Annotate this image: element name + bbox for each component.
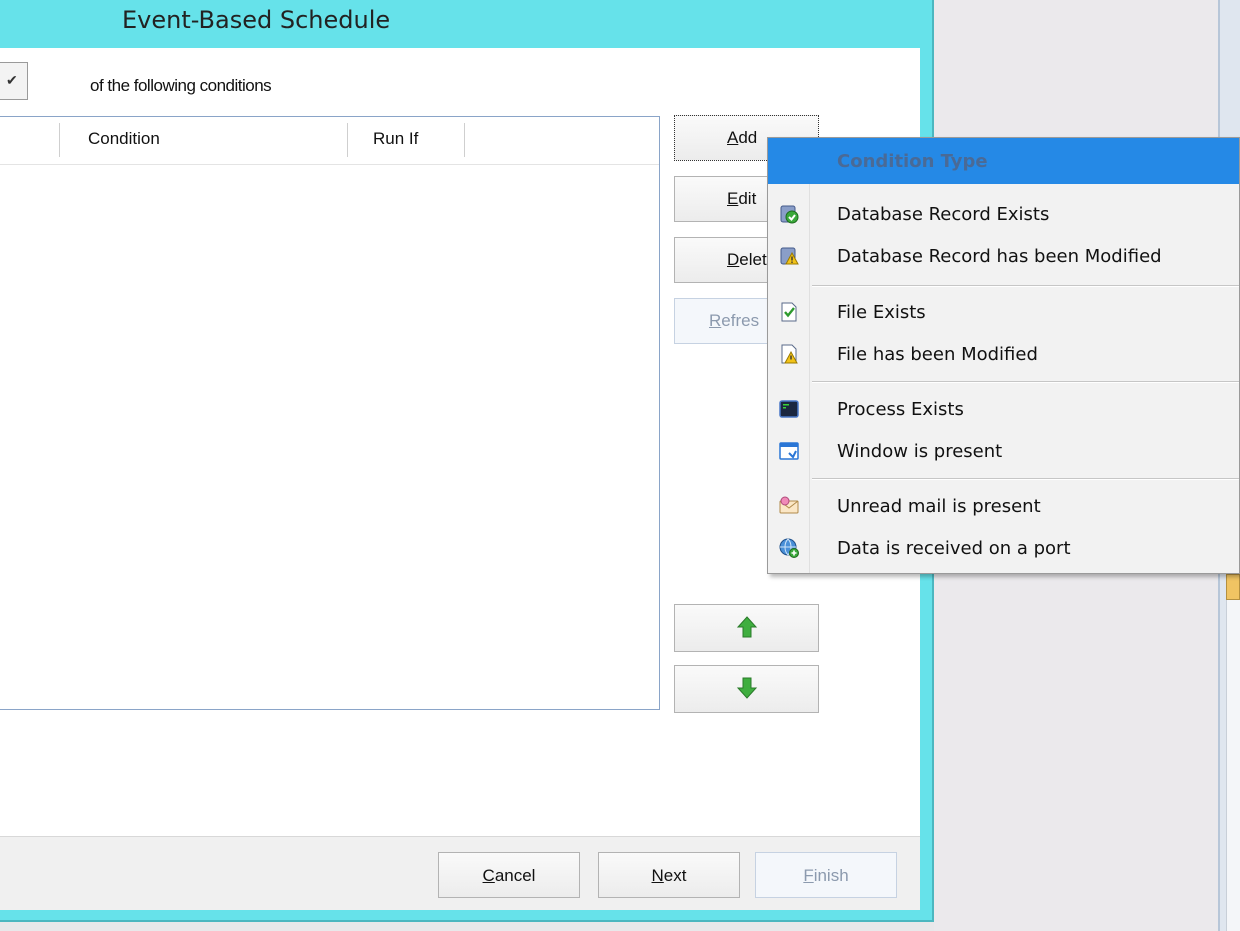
conditions-label: of the following conditions	[90, 76, 272, 95]
column-separator[interactable]	[347, 123, 348, 157]
column-condition[interactable]: Condition	[88, 129, 160, 149]
dialog-title: Event-Based Schedule	[122, 6, 391, 34]
menu-item-label: Database Record Exists	[837, 204, 1050, 225]
file-warning-icon	[781, 344, 798, 364]
menu-separator	[812, 381, 1239, 383]
database-warning-icon	[780, 247, 799, 265]
match-mode-combo[interactable]: ✔	[0, 62, 28, 100]
menu-item-database-record-modified[interactable]: Database Record has been Modified	[768, 237, 1239, 277]
menu-separator	[812, 285, 1239, 287]
move-up-button[interactable]	[674, 604, 819, 652]
list-header: Condition Run If	[0, 117, 659, 165]
menu-separator	[812, 478, 1239, 480]
menu-item-unread-mail[interactable]: Unread mail is present	[768, 487, 1239, 527]
menu-item-label: File has been Modified	[837, 344, 1038, 365]
menu-item-file-modified[interactable]: File has been Modified	[768, 335, 1239, 375]
combo-value: ✔	[6, 72, 18, 88]
column-separator[interactable]	[464, 123, 465, 157]
finish-button[interactable]: Finish	[755, 852, 897, 898]
background-tab	[1226, 574, 1240, 600]
menu-item-database-record-exists[interactable]: Database Record Exists	[768, 195, 1239, 235]
cancel-button[interactable]: Cancel	[438, 852, 580, 898]
network-globe-icon	[779, 538, 799, 558]
background-list	[1226, 600, 1240, 931]
menu-item-process-exists[interactable]: Process Exists	[768, 390, 1239, 430]
menu-item-label: Window is present	[837, 441, 1003, 462]
arrow-up-icon	[736, 616, 757, 638]
menu-item-file-exists[interactable]: File Exists	[768, 293, 1239, 333]
menu-header: Condition Type	[768, 138, 1239, 184]
move-down-button[interactable]	[674, 665, 819, 713]
menu-item-label: Database Record has been Modified	[837, 246, 1162, 267]
menu-item-data-received-port[interactable]: Data is received on a port	[768, 529, 1239, 569]
menu-header-label: Condition Type	[837, 151, 988, 172]
conditions-list[interactable]: Condition Run If	[0, 116, 660, 710]
condition-type-menu: Condition Type Database Record Exists Da…	[767, 137, 1240, 574]
column-separator[interactable]	[59, 123, 60, 157]
window-icon	[779, 442, 799, 460]
file-check-icon	[781, 302, 797, 322]
arrow-down-icon	[736, 677, 757, 699]
menu-item-label: Process Exists	[837, 399, 964, 420]
menu-item-label: Unread mail is present	[837, 496, 1041, 517]
next-button[interactable]: Next	[598, 852, 740, 898]
menu-item-label: File Exists	[837, 302, 926, 323]
menu-item-label: Data is received on a port	[837, 538, 1071, 559]
database-check-icon	[780, 205, 799, 224]
column-run-if[interactable]: Run If	[373, 129, 418, 149]
process-terminal-icon	[779, 400, 799, 418]
menu-item-window-present[interactable]: Window is present	[768, 432, 1239, 472]
mail-icon	[779, 496, 799, 514]
